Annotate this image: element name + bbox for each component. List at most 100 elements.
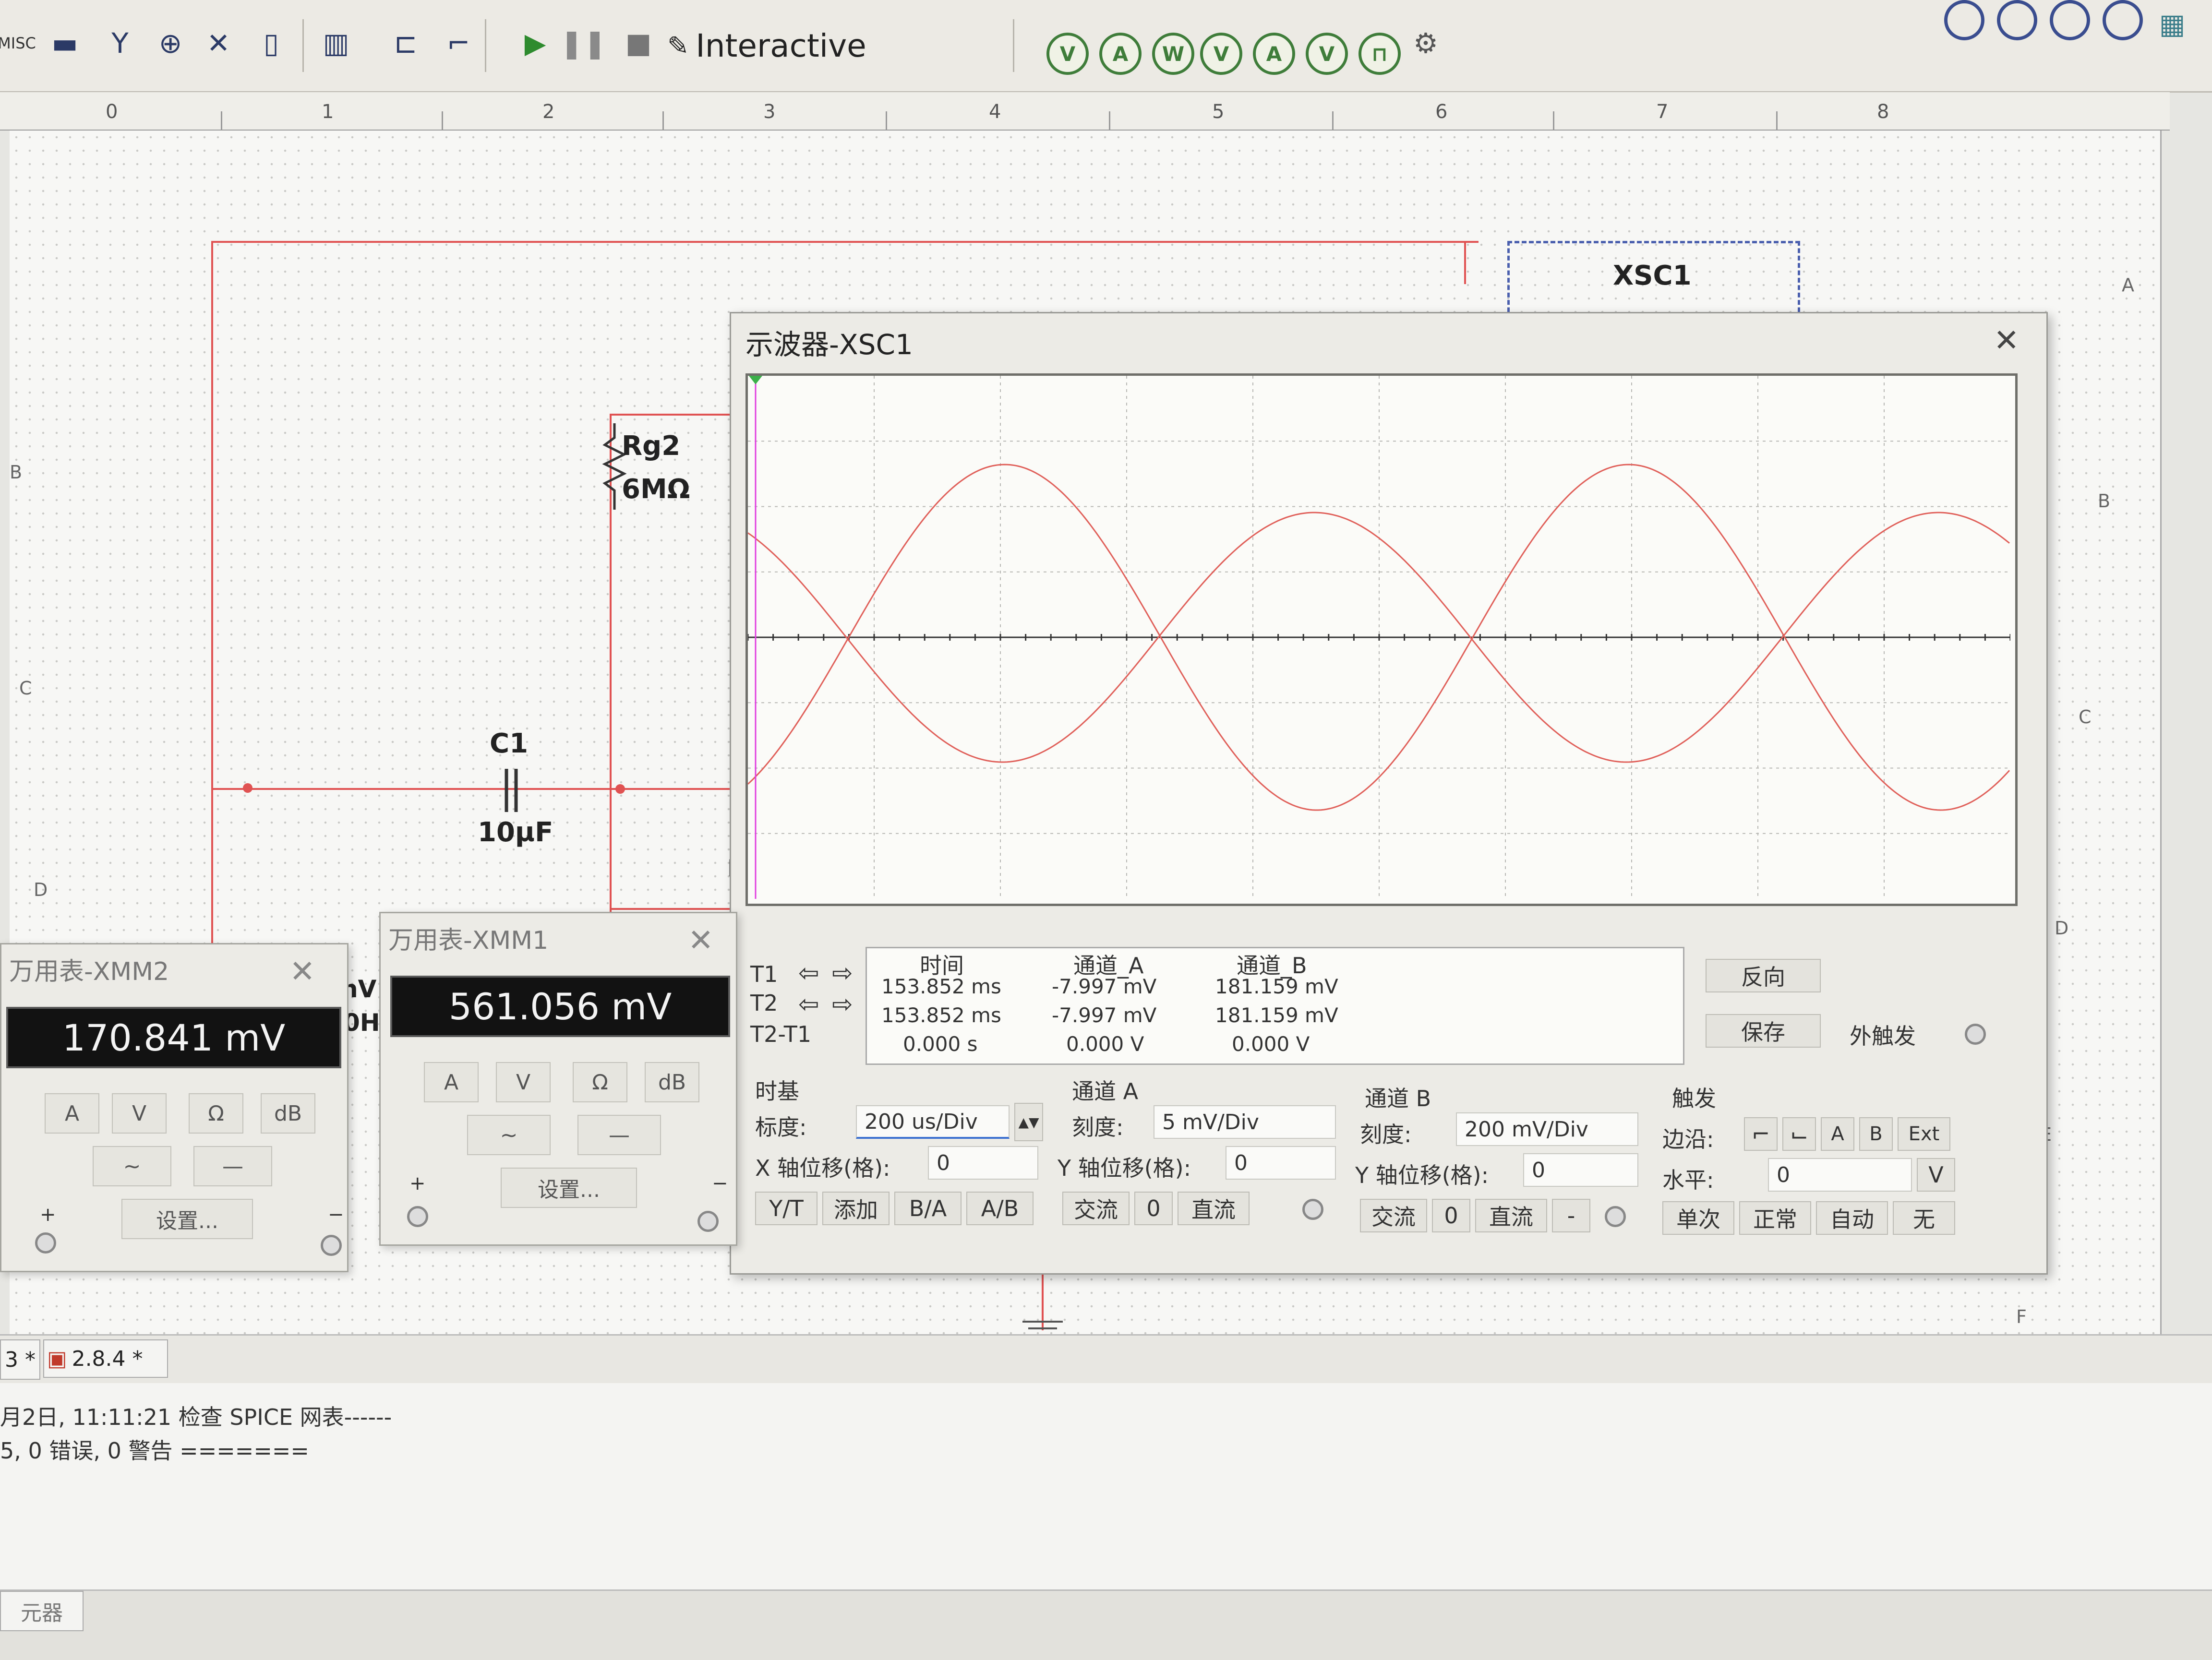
- diff-voltage-probe-icon[interactable]: V: [1200, 33, 1242, 75]
- channel-a-dc-button[interactable]: 直流: [1178, 1192, 1250, 1225]
- oscilloscope-window[interactable]: 示波器-XSC1 ✕ T1 T2 T2-T1 ⇦ ⇨ ⇦ ⇨ 时间 通道_A 通…: [730, 312, 2048, 1275]
- component-icon[interactable]: ▥: [319, 19, 353, 67]
- arrow-left-icon[interactable]: ⇦: [798, 990, 819, 1019]
- arrow-left-icon[interactable]: ⇦: [798, 959, 819, 988]
- wattmeter-probe-icon[interactable]: W: [1152, 33, 1194, 75]
- rising-edge-icon[interactable]: ⌐: [1744, 1117, 1778, 1151]
- mode-amps-button[interactable]: A: [424, 1062, 479, 1102]
- yt-button[interactable]: Y/T: [755, 1192, 817, 1225]
- arrow-right-icon[interactable]: ⇨: [832, 990, 853, 1019]
- channel-b-dc-button[interactable]: 直流: [1475, 1199, 1547, 1232]
- close-icon[interactable]: ✕: [1994, 323, 2020, 358]
- mode-db-button[interactable]: dB: [261, 1093, 315, 1134]
- zoom-area-icon[interactable]: [2050, 0, 2090, 40]
- capacitor-c1-symbol[interactable]: [490, 764, 533, 817]
- positive-terminal[interactable]: [35, 1232, 56, 1254]
- pause-icon[interactable]: ❚❚: [560, 19, 606, 67]
- trigger-level-input[interactable]: 0: [1768, 1158, 1912, 1192]
- channel-a-scale-input[interactable]: 5 mV/Div: [1154, 1105, 1336, 1139]
- settings-button[interactable]: 设置...: [121, 1199, 253, 1239]
- ab-button[interactable]: A/B: [966, 1192, 1034, 1225]
- wire[interactable]: [211, 788, 749, 790]
- probe-icon[interactable]: ✕: [202, 19, 235, 67]
- voltmeter-probe-icon[interactable]: V: [1046, 33, 1089, 75]
- negative-terminal[interactable]: [697, 1211, 719, 1232]
- channel-b-ypos-input[interactable]: 0: [1523, 1153, 1638, 1187]
- interactive-button[interactable]: ✎ Interactive: [667, 22, 866, 70]
- connector-icon[interactable]: ⊕: [154, 19, 187, 67]
- ground-symbol[interactable]: [1022, 1321, 1063, 1323]
- channel-b-scale-input[interactable]: 200 mV/Div: [1456, 1112, 1638, 1146]
- mode-db-button[interactable]: dB: [645, 1062, 699, 1102]
- settings-gear-icon[interactable]: ⚙: [1409, 19, 1443, 67]
- ac-wave-icon[interactable]: ∼: [467, 1115, 551, 1155]
- step-icon[interactable]: ⌐: [442, 19, 475, 67]
- trigger-none-button[interactable]: 无: [1893, 1201, 1955, 1235]
- trigger-title: 触发: [1672, 1086, 1716, 1111]
- trigger-source-a[interactable]: A: [1821, 1117, 1854, 1151]
- oscilloscope-screen[interactable]: [745, 373, 2018, 906]
- reverse-button[interactable]: 反向: [1706, 959, 1821, 992]
- ammeter-probe-icon[interactable]: A: [1099, 33, 1142, 75]
- ref-probe-icon[interactable]: V: [1306, 33, 1348, 75]
- misc-label[interactable]: MISC: [0, 19, 36, 67]
- hierarchy-icon[interactable]: ⊏: [389, 19, 422, 67]
- dc-line-icon[interactable]: —: [193, 1146, 272, 1186]
- timebase-scale-input[interactable]: 200 us/Div: [856, 1105, 1010, 1139]
- design-tab[interactable]: 3 *: [0, 1339, 40, 1380]
- falling-edge-icon[interactable]: ⌙: [1782, 1117, 1816, 1151]
- channel-b-ac-button[interactable]: 交流: [1360, 1199, 1427, 1232]
- design-tab[interactable]: ▣ 2.8.4 *: [43, 1339, 168, 1378]
- zoom-in-icon[interactable]: [1944, 0, 1984, 40]
- trigger-level-unit[interactable]: V: [1917, 1158, 1955, 1192]
- bus-icon[interactable]: ▯: [254, 19, 288, 67]
- mode-amps-button[interactable]: A: [45, 1093, 99, 1134]
- save-button[interactable]: 保存: [1706, 1014, 1821, 1048]
- channel-a-ypos-input[interactable]: 0: [1226, 1146, 1336, 1180]
- stop-icon[interactable]: ■: [622, 19, 655, 67]
- grid-icon[interactable]: ▦: [2155, 0, 2189, 48]
- channel-a-terminal[interactable]: [1302, 1199, 1323, 1220]
- mode-ohms-button[interactable]: Ω: [189, 1093, 243, 1134]
- add-button[interactable]: 添加: [822, 1192, 890, 1225]
- close-icon[interactable]: ✕: [688, 923, 714, 958]
- channel-b-zero-button[interactable]: 0: [1432, 1199, 1470, 1232]
- channel-b-terminal[interactable]: [1605, 1206, 1626, 1227]
- channel-b-minus-button[interactable]: -: [1552, 1199, 1590, 1232]
- ba-button[interactable]: B/A: [894, 1192, 962, 1225]
- close-icon[interactable]: ✕: [289, 954, 315, 990]
- computer-icon[interactable]: ▬: [48, 19, 82, 67]
- bottom-tab[interactable]: 元器: [0, 1591, 84, 1631]
- wire[interactable]: [1464, 241, 1466, 284]
- arrow-right-icon[interactable]: ⇨: [832, 959, 853, 988]
- ext-trigger-terminal[interactable]: [1965, 1024, 1986, 1045]
- channel-a-zero-button[interactable]: 0: [1134, 1192, 1173, 1225]
- mode-ohms-button[interactable]: Ω: [573, 1062, 627, 1102]
- mode-volts-button[interactable]: V: [496, 1062, 551, 1102]
- wire[interactable]: [610, 908, 744, 910]
- wire[interactable]: [211, 241, 1479, 243]
- trigger-normal-button[interactable]: 正常: [1739, 1201, 1811, 1235]
- trigger-single-button[interactable]: 单次: [1662, 1201, 1734, 1235]
- wire[interactable]: [610, 414, 739, 416]
- mode-volts-button[interactable]: V: [112, 1093, 167, 1134]
- spinner-icon[interactable]: ▲▼: [1014, 1103, 1043, 1141]
- negative-terminal[interactable]: [321, 1235, 342, 1256]
- trigger-source-b[interactable]: B: [1859, 1117, 1893, 1151]
- zoom-fit-icon[interactable]: [2103, 0, 2143, 40]
- channel-a-ac-button[interactable]: 交流: [1062, 1192, 1130, 1225]
- settings-button[interactable]: 设置...: [501, 1168, 637, 1208]
- digital-probe-icon[interactable]: ⊓: [1358, 33, 1401, 75]
- zoom-out-icon[interactable]: [1997, 0, 2037, 40]
- dc-line-icon[interactable]: —: [577, 1115, 661, 1155]
- multimeter-xmm1-window[interactable]: 万用表-XMM1 ✕ 561.056 mV A V Ω dB ∼ — 设置...…: [379, 912, 737, 1246]
- trigger-auto-button[interactable]: 自动: [1816, 1201, 1888, 1235]
- timebase-xpos-input[interactable]: 0: [928, 1146, 1038, 1180]
- multimeter-xmm2-window[interactable]: 万用表-XMM2 ✕ 170.841 mV A V Ω dB ∼ — 设置...…: [0, 943, 349, 1272]
- trigger-source-ext[interactable]: Ext: [1898, 1117, 1950, 1151]
- run-icon[interactable]: ▶: [518, 19, 552, 67]
- positive-terminal[interactable]: [407, 1206, 428, 1227]
- ac-wave-icon[interactable]: ∼: [93, 1146, 171, 1186]
- antenna-icon[interactable]: Y: [103, 19, 137, 67]
- current-probe-icon[interactable]: A: [1253, 33, 1295, 75]
